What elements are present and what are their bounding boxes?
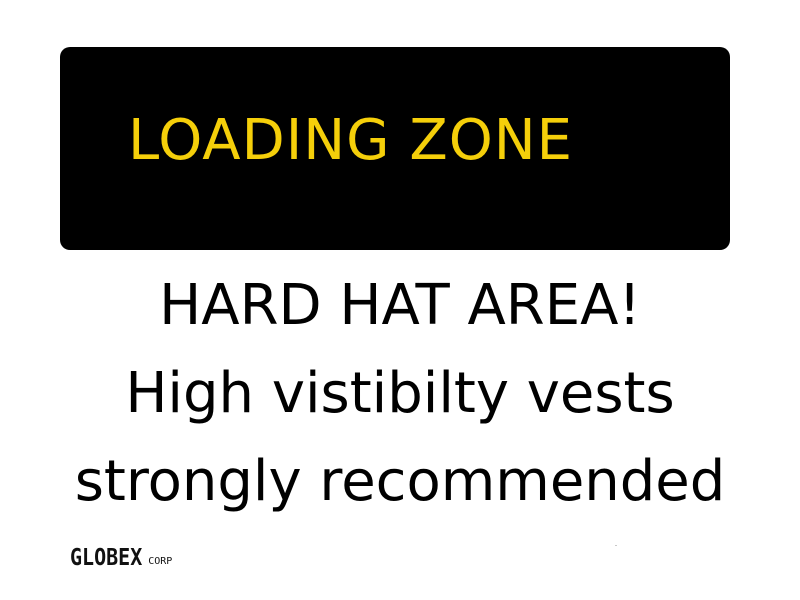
sign-body: HARD HAT AREA! High vistibilty vests str… [0, 262, 800, 526]
header-title: LOADING ZONE [128, 108, 574, 173]
company-logo: GLOBEX CORP [70, 543, 173, 571]
header-banner: LOADING ZONE [60, 47, 730, 250]
sign-line-recommended: strongly recommended [74, 449, 726, 514]
decorative-speck [615, 545, 617, 546]
logo-sub-text: CORP [148, 556, 173, 567]
logo-main-text: GLOBEX [70, 543, 143, 571]
sign-line-vests: High vistibilty vests [125, 361, 675, 426]
sign-line-hard-hat: HARD HAT AREA! [159, 273, 641, 338]
